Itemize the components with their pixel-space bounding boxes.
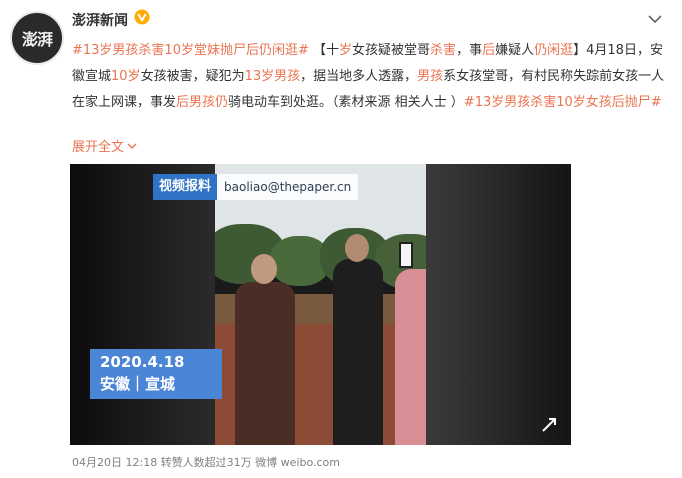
post-text-link[interactable]: 杀害 — [430, 43, 456, 58]
post-text-run: 女孩疑被堂哥 — [352, 43, 431, 58]
post-text-link[interactable]: 男孩 — [417, 69, 443, 84]
post-text-link[interactable]: 岁 — [339, 43, 352, 58]
watermark-label: 视频报料 — [153, 174, 218, 200]
video-player[interactable]: 视频报料 baoliao@thepaper.cn 2020.4.18 安徽｜宣城 — [70, 164, 571, 445]
video-location: 安徽｜宣城 — [100, 375, 176, 393]
fullscreen-icon[interactable] — [540, 416, 558, 434]
post-text-link[interactable]: 后男孩仍 — [176, 95, 228, 110]
account-name[interactable]: 澎湃新闻 — [72, 10, 128, 30]
post-footer-meta: 04月20日 12:18 转赞人数超过31万 微博 weibo.com — [72, 456, 341, 469]
post-text-run: 骑电动车到处逛。（素材来源 相关人士 ） — [228, 95, 464, 110]
verified-badge-icon — [134, 9, 150, 25]
post-text-run: 女孩被害，疑犯为 — [140, 69, 245, 84]
video-watermark: 视频报料 baoliao@thepaper.cn — [153, 174, 359, 200]
video-date-location-box: 2020.4.18 安徽｜宣城 — [90, 349, 222, 399]
post-text-link[interactable]: 仍闲逛 — [534, 43, 573, 58]
post-text-link[interactable]: 13岁男孩 — [245, 69, 301, 84]
video-frame-scene — [215, 164, 426, 445]
post-text-link[interactable]: 10岁 — [111, 69, 141, 84]
post-text-run: 嫌疑人 — [495, 43, 535, 58]
avatar[interactable]: 澎湃 — [10, 11, 64, 65]
post-text-run: ，据当地多人透露， — [300, 69, 418, 84]
chevron-down-icon[interactable] — [647, 12, 663, 26]
avatar-text: 澎湃 — [21, 30, 53, 49]
expand-label: 展开全文 — [72, 140, 125, 155]
post-text-link[interactable]: #13岁男孩杀害10岁堂妹抛尸后仍闲逛# — [72, 43, 309, 58]
chevron-down-icon — [127, 143, 137, 149]
post-text-run: 【十 — [308, 43, 340, 58]
watermark-email: baoliao@thepaper.cn — [217, 174, 359, 200]
post-text: #13岁男孩杀害10岁堂妹抛尸后仍闲逛# 【十岁女孩疑被堂哥杀害，事后嫌疑人仍闲… — [72, 38, 668, 116]
post-text-link[interactable]: #13岁男孩杀害10岁女孩后抛尸# — [464, 95, 662, 110]
post-text-run: ，事 — [456, 43, 483, 58]
video-date: 2020.4.18 — [100, 353, 185, 371]
post-text-link[interactable]: 后 — [482, 43, 495, 58]
expand-full-text-link[interactable]: 展开全文 — [72, 136, 137, 155]
video-frame-left-dark — [70, 164, 215, 445]
video-frame-right-dark — [426, 164, 571, 445]
